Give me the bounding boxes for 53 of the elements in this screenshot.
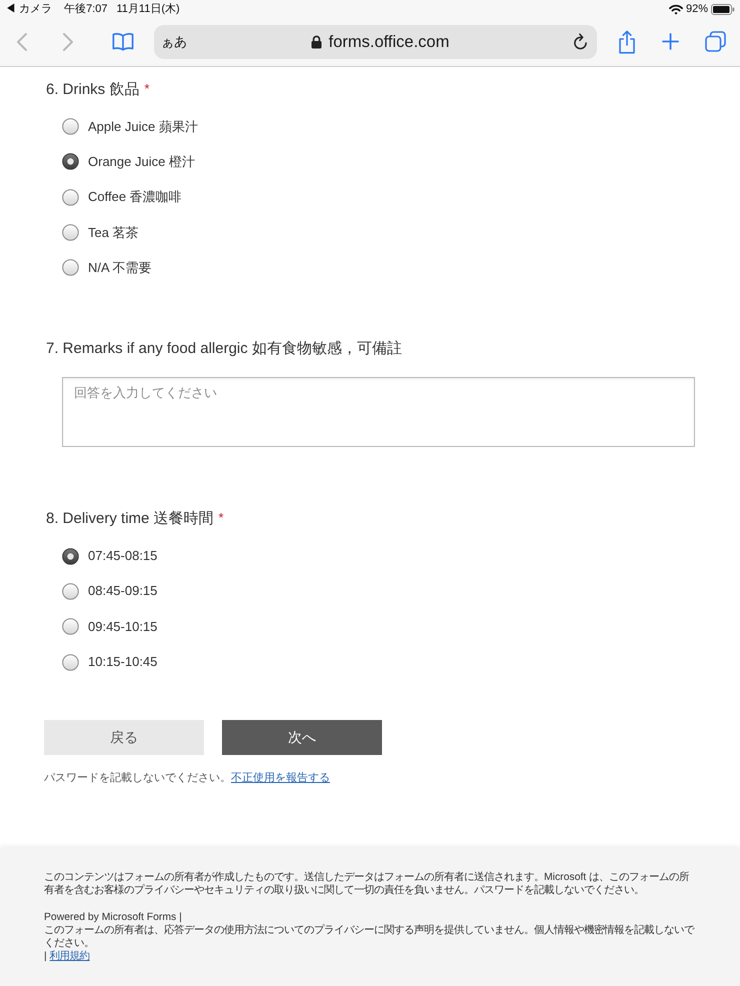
plus-icon xyxy=(662,33,679,50)
option-label[interactable]: Tea 茗茶 xyxy=(88,224,139,241)
question-title: 8. Delivery time 送餐時間 xyxy=(46,510,214,528)
terms-link[interactable]: 利用規約 xyxy=(50,951,90,962)
report-abuse-link[interactable]: 不正使用を報告する xyxy=(231,772,330,784)
option-label[interactable]: 07:45-08:15 xyxy=(88,548,158,564)
bookmarks-button[interactable] xyxy=(112,32,134,51)
share-button[interactable] xyxy=(618,30,636,54)
powered-by-label: Powered by Microsoft Forms | xyxy=(44,910,183,924)
radio-button[interactable] xyxy=(62,224,79,242)
status-date: 11月11日(木) xyxy=(116,2,180,16)
option-label[interactable]: Orange Juice 橙汁 xyxy=(88,154,195,170)
answer-box[interactable]: 回答を入力してください xyxy=(62,377,695,448)
address-bar[interactable]: ぁあ forms.office.com xyxy=(154,24,597,58)
option-label[interactable]: Apple Juice 蘋果汁 xyxy=(88,118,198,135)
separator: | xyxy=(44,951,47,962)
share-icon xyxy=(618,30,636,54)
option-label[interactable]: 08:45-09:15 xyxy=(88,583,158,600)
radio-button-selected[interactable] xyxy=(62,548,79,565)
open-book-icon xyxy=(112,32,134,51)
password-warning: パスワードを記載しないでください。 xyxy=(44,772,231,784)
option-label[interactable]: Coffee 香濃咖啡 xyxy=(88,189,182,206)
new-tab-button[interactable] xyxy=(662,33,679,50)
lock-icon xyxy=(310,34,322,48)
radio-button[interactable] xyxy=(62,118,79,136)
battery-icon xyxy=(711,4,735,14)
tabs-button[interactable] xyxy=(705,31,726,52)
text-size-button[interactable]: ぁあ xyxy=(161,34,187,50)
url-text: forms.office.com xyxy=(328,32,450,52)
question-title: 6. Drinks 飲品 xyxy=(46,81,140,98)
option-label[interactable]: N/A 不需要 xyxy=(88,260,152,276)
next-button[interactable]: 次へ xyxy=(222,720,382,755)
overlapping-squares-icon xyxy=(705,31,726,52)
radio-button[interactable] xyxy=(62,618,79,636)
question-title: 7. Remarks if any food allergic 如有食物敏感，可備註 xyxy=(46,340,402,358)
required-mark: * xyxy=(218,510,224,526)
option-label[interactable]: 10:15-10:45 xyxy=(88,654,158,670)
required-mark: * xyxy=(144,81,150,96)
reload-icon xyxy=(573,33,588,50)
disclaimer-paragraph: このコンテンツはフォームの所有者が作成したものです。送信したデータはフォームの所有者に送信されます。Microsoft は、このフォームの所有者を含むお客様のプライバシーやセキュリティの取り扱いに関して一切の責任を負いません。パスワードを記載しないでください。 xyxy=(44,871,690,898)
option-label[interactable]: 09:45-10:15 xyxy=(88,618,158,635)
radio-button[interactable] xyxy=(62,654,79,671)
back-button[interactable]: 戻る xyxy=(44,720,204,755)
radio-button-selected[interactable] xyxy=(62,153,79,170)
radio-button[interactable] xyxy=(62,582,79,600)
battery-percentage: 92% xyxy=(686,2,708,16)
privacy-note: このフォームの所有者は、応答データの使用方法についてのプライバシーに関する声明を提供していません。個人情報や機密情報を記載しないでください。 xyxy=(44,924,696,950)
radio-button[interactable] xyxy=(62,188,79,206)
wifi-icon xyxy=(668,4,683,14)
reload-button[interactable] xyxy=(573,33,588,50)
back-to-app-link[interactable]: ◀ カメラ xyxy=(5,2,52,16)
status-time: 午後7:07 xyxy=(64,2,108,16)
radio-button[interactable] xyxy=(62,259,79,276)
